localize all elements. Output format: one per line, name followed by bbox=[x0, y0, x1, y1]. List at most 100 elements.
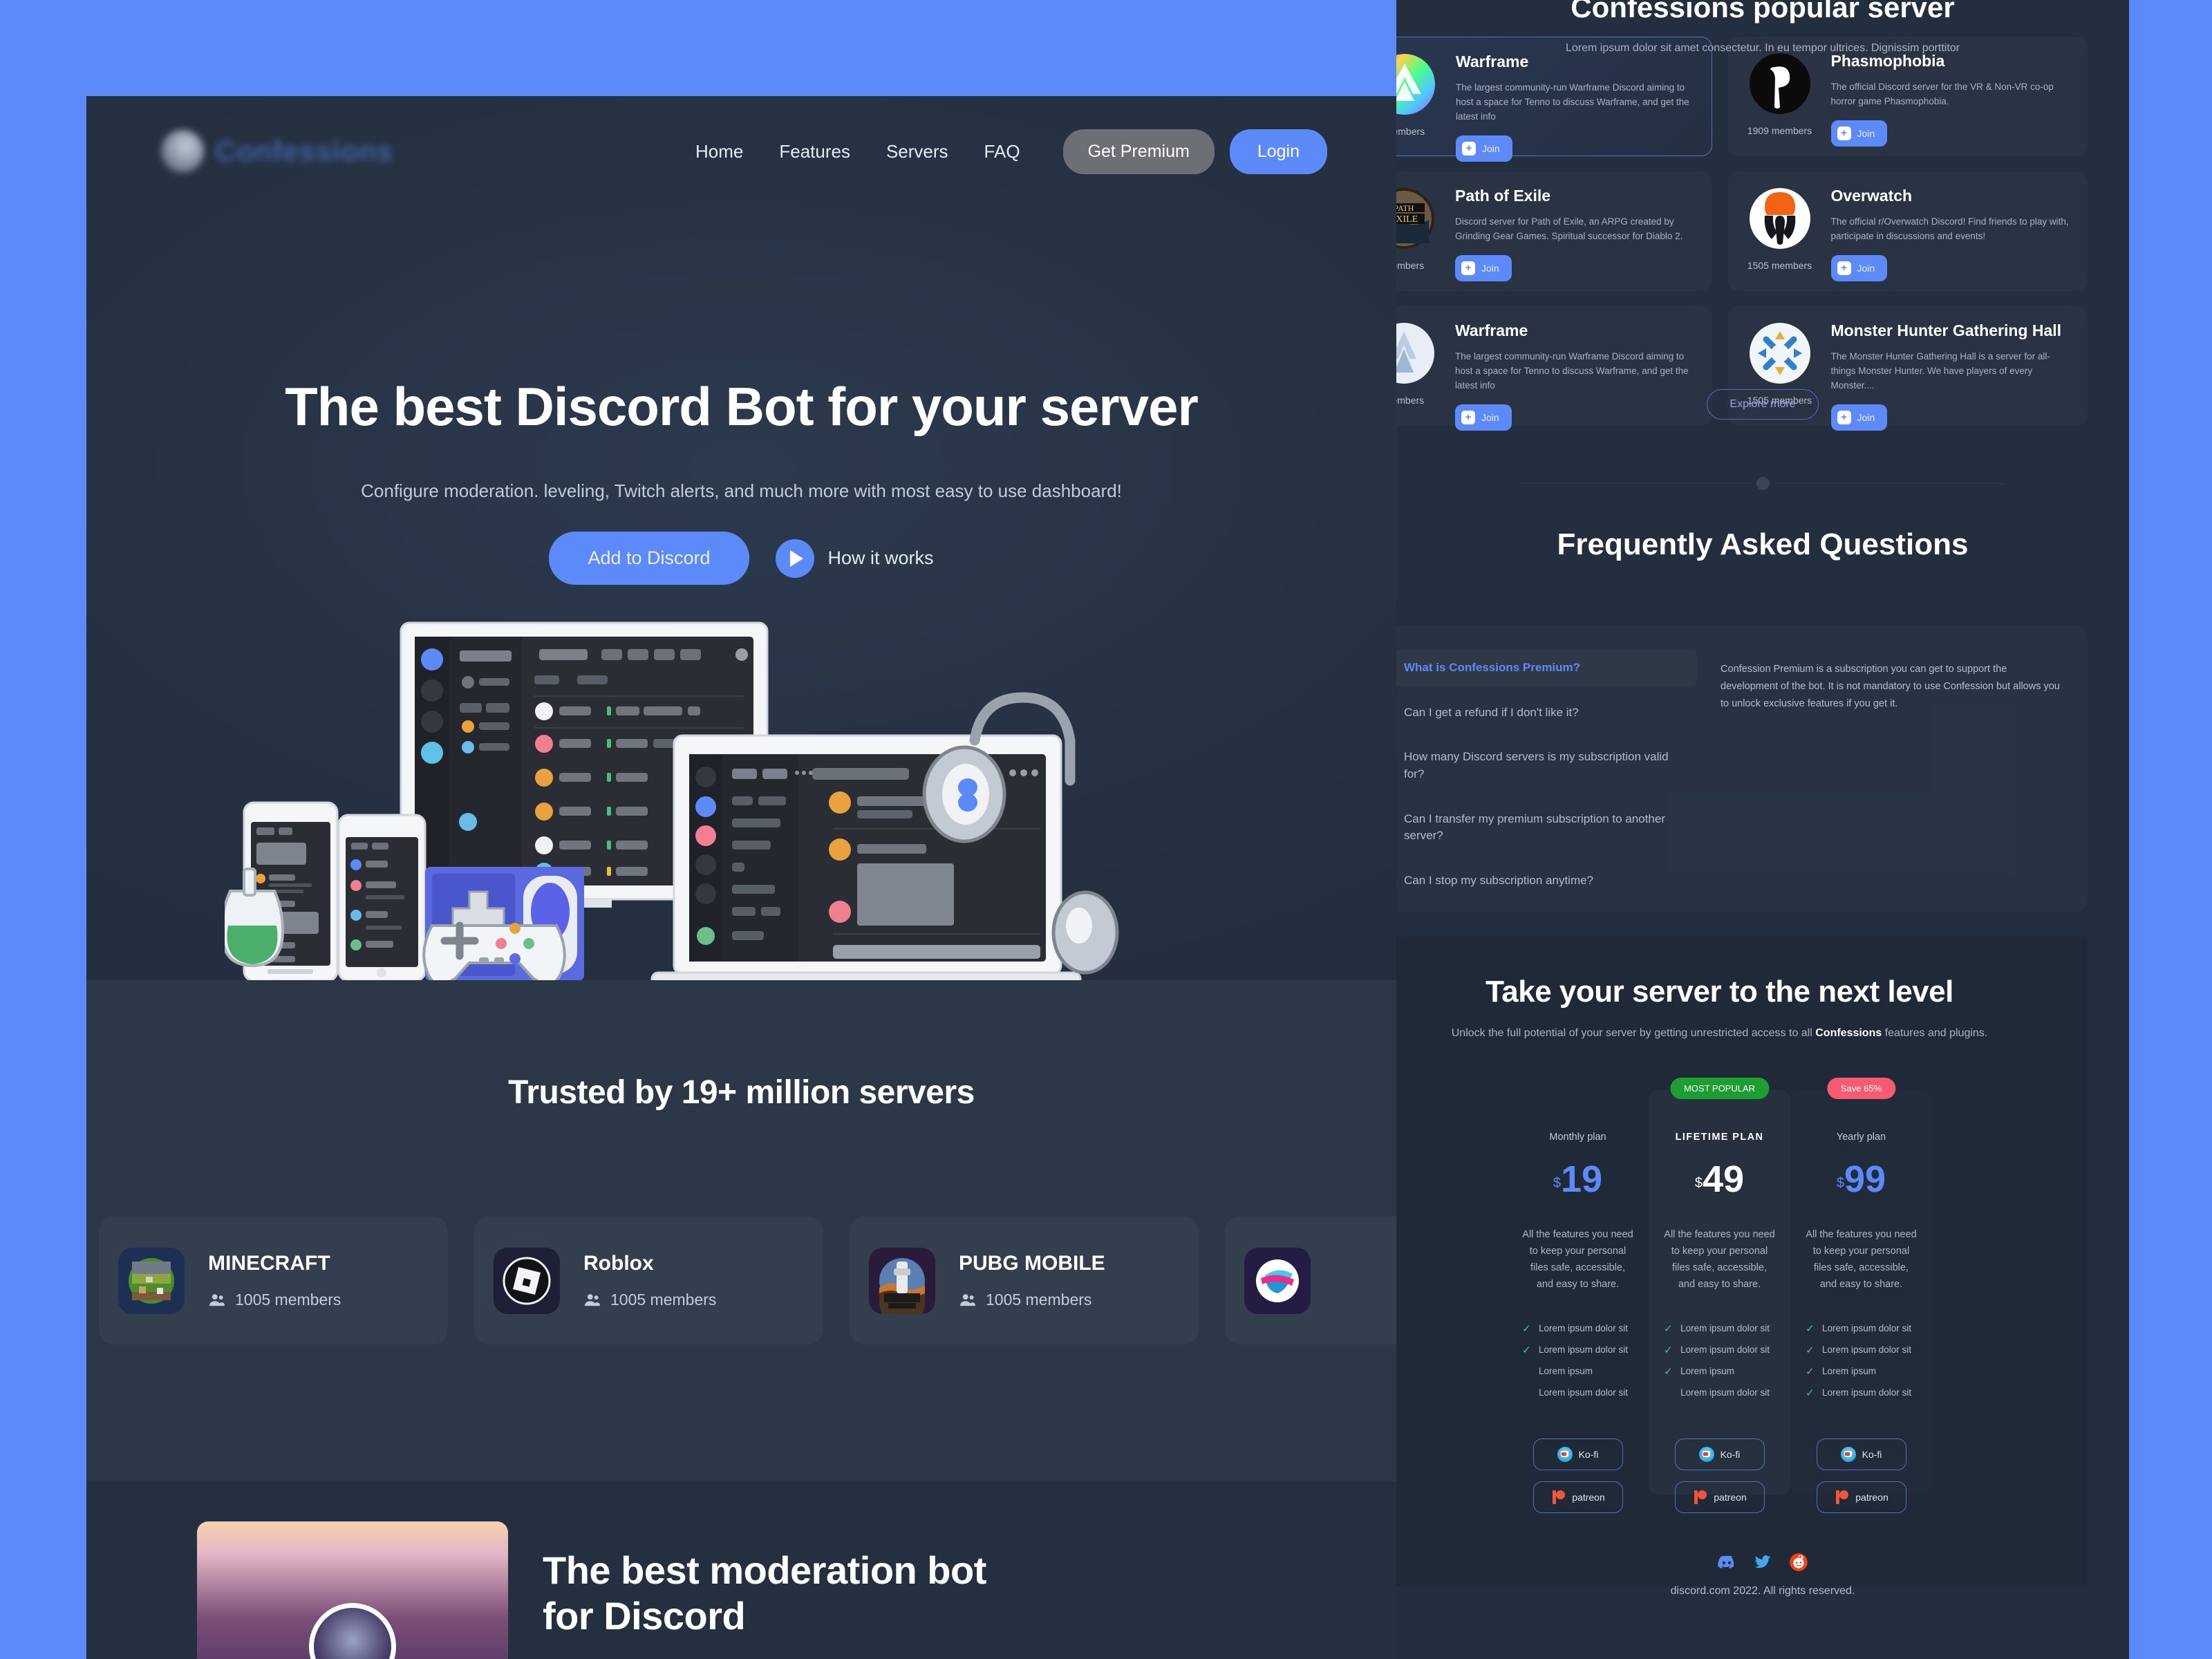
server-name: Monster Hunter Gathering Hall bbox=[1830, 321, 2062, 339]
pricing-card-monthly[interactable]: Monthly plan $19 All the features you ne… bbox=[1507, 1090, 1649, 1513]
warframe-logo-icon bbox=[1396, 53, 1436, 116]
check-icon: ✓ bbox=[1522, 1322, 1531, 1335]
kofi-icon bbox=[1840, 1446, 1856, 1462]
faq-title: Frequently Asked Questions bbox=[1557, 527, 1969, 561]
get-premium-button[interactable]: Get Premium bbox=[1062, 129, 1215, 174]
server-members: 1005 members bbox=[583, 1291, 716, 1309]
right-landing-page-screenshot: Confessions popular server Lorem ipsum d… bbox=[1396, 0, 2129, 1659]
nav-link-home[interactable]: Home bbox=[677, 141, 761, 162]
monster-hunter-logo-icon bbox=[1748, 321, 1812, 385]
explore-more-button[interactable]: Explore more bbox=[1707, 389, 1819, 420]
server-members: members bbox=[1396, 126, 1425, 137]
patreon-icon bbox=[1692, 1490, 1707, 1505]
pricing-subtitle-a: Unlock the full potential of your server… bbox=[1451, 1027, 1816, 1039]
check-icon: ✓ bbox=[1522, 1344, 1531, 1356]
join-label: Join bbox=[1857, 262, 1875, 274]
patreon-icon bbox=[1550, 1490, 1566, 1505]
table-row[interactable]: MINECRAFT 1005 members bbox=[99, 1217, 448, 1344]
plus-icon: + bbox=[1462, 141, 1476, 156]
how-it-works-button[interactable]: How it works bbox=[775, 538, 934, 578]
add-to-discord-button[interactable]: Add to Discord bbox=[549, 532, 749, 585]
check-icon: ✓ bbox=[1664, 1322, 1673, 1335]
faq-question[interactable]: How many Discord servers is my subscript… bbox=[1396, 739, 1697, 792]
join-button[interactable]: + Join bbox=[1455, 254, 1512, 281]
carousel-dot[interactable] bbox=[1756, 477, 1770, 490]
hero-title: The best Discord Bot for your server bbox=[285, 376, 1199, 437]
svg-text:EXILE: EXILE bbox=[1396, 214, 1418, 225]
server-name: Warframe bbox=[1455, 321, 1528, 339]
faq-question[interactable]: What is Confessions Premium? bbox=[1396, 650, 1697, 686]
faq-question[interactable]: Can I get a refund if I don't like it? bbox=[1396, 695, 1697, 731]
kofi-label: Ko-fi bbox=[1578, 1448, 1599, 1460]
plan-price: $49 bbox=[1664, 1158, 1775, 1201]
table-row[interactable] bbox=[1225, 1217, 1396, 1344]
plan-label: Monthly plan bbox=[1549, 1132, 1606, 1143]
login-button[interactable]: Login bbox=[1229, 129, 1327, 174]
nav-link-servers[interactable]: Servers bbox=[868, 141, 966, 162]
list-item[interactable]: PATH EXILE members Path of Exile Discord… bbox=[1396, 171, 1712, 291]
check-icon: ✓ bbox=[1664, 1344, 1673, 1356]
check-icon: ✓ bbox=[1806, 1387, 1815, 1399]
reddit-icon[interactable] bbox=[1788, 1552, 1809, 1573]
price-amount: 19 bbox=[1561, 1159, 1603, 1200]
table-row[interactable]: Roblox 1005 members bbox=[474, 1217, 823, 1344]
plan-description: All the features you need to keep your p… bbox=[1806, 1229, 1917, 1290]
phasmophobia-logo-icon bbox=[1748, 52, 1812, 115]
server-description: Discord server for Path of Exile, an ARP… bbox=[1455, 216, 1683, 241]
pricing-card-yearly[interactable]: Save 65% Yearly plan $99 All the feature… bbox=[1790, 1078, 1932, 1513]
pricing-card-lifetime[interactable]: MOST POPULAR LIFETIME PLAN $49 All the f… bbox=[1649, 1078, 1790, 1513]
pricing-subtitle-brand: Confessions bbox=[1815, 1027, 1882, 1039]
plan-feature: ✓Lorem ipsum dolor sit bbox=[1680, 1387, 1770, 1398]
nav-link-features[interactable]: Features bbox=[761, 141, 868, 162]
brand-mark-icon bbox=[161, 130, 204, 173]
check-icon: ✓ bbox=[1664, 1365, 1673, 1378]
table-row[interactable]: PUBG MOBILE 1005 members bbox=[850, 1217, 1199, 1344]
brand-name: Confessions bbox=[215, 135, 393, 167]
patreon-icon bbox=[1834, 1490, 1849, 1505]
svg-text:PATH: PATH bbox=[1396, 203, 1414, 213]
server-description: The largest community-run Warframe Disco… bbox=[1456, 82, 1689, 122]
welcome-card-preview: 🔥 Welcome to the Gamers United club You'… bbox=[197, 1521, 508, 1659]
plan-label: LIFETIME PLAN bbox=[1675, 1132, 1764, 1143]
patreon-button[interactable]: patreon bbox=[1533, 1481, 1623, 1513]
join-button[interactable]: + Join bbox=[1830, 254, 1888, 281]
join-button[interactable]: + Join bbox=[1830, 120, 1888, 147]
trusted-by-title: Trusted by 19+ million servers bbox=[508, 1074, 975, 1111]
patreon-button[interactable]: patreon bbox=[1674, 1481, 1765, 1513]
brand-logo[interactable]: Confessions bbox=[161, 130, 393, 173]
server-name: Roblox bbox=[583, 1252, 654, 1275]
server-description: The largest community-run Warframe Disco… bbox=[1455, 351, 1689, 391]
list-item[interactable]: 1505 members Overwatch The official r/Ov… bbox=[1727, 171, 2088, 291]
nav-links: Home Features Servers FAQ Get Premium Lo… bbox=[677, 129, 1327, 174]
kofi-label: Ko-fi bbox=[1862, 1448, 1882, 1460]
roblox-logo-icon bbox=[494, 1247, 560, 1314]
price-amount: 99 bbox=[1844, 1159, 1886, 1200]
check-icon: ✓ bbox=[1806, 1322, 1815, 1335]
mascot-logo-icon bbox=[1244, 1247, 1311, 1314]
discord-icon[interactable] bbox=[1716, 1552, 1737, 1573]
nav-link-faq[interactable]: FAQ bbox=[966, 141, 1038, 162]
plus-icon: + bbox=[1837, 261, 1851, 275]
plus-icon: + bbox=[1461, 261, 1475, 275]
pricing-subtitle: Unlock the full potential of your server… bbox=[1396, 1024, 2088, 1042]
server-description: The official Discord server for the VR &… bbox=[1830, 82, 2054, 106]
list-item[interactable]: 1909 members Phasmophobia The official D… bbox=[1727, 37, 2088, 156]
twitter-icon[interactable] bbox=[1752, 1552, 1773, 1573]
trusted-by-section: Trusted by 19+ million servers MINECRAFT… bbox=[86, 980, 1396, 1481]
plan-feature: ✓Lorem ipsum dolor sit bbox=[1522, 1322, 1629, 1335]
patreon-button[interactable]: patreon bbox=[1816, 1481, 1906, 1513]
list-item[interactable]: members Warframe The largest community-r… bbox=[1396, 37, 1712, 162]
plan-description: All the features you need to keep your p… bbox=[1664, 1229, 1775, 1290]
kofi-button[interactable]: Ko-fi bbox=[1533, 1438, 1623, 1470]
join-button[interactable]: + Join bbox=[1456, 135, 1512, 162]
popular-servers-title: Confessions popular server bbox=[1571, 0, 1955, 24]
currency-symbol: $ bbox=[1836, 1175, 1845, 1191]
faq-question[interactable]: Can I transfer my premium subscription t… bbox=[1396, 801, 1697, 854]
plan-feature: ✓Lorem ipsum dolor sit bbox=[1664, 1344, 1770, 1356]
plan-feature: ✓Lorem ipsum bbox=[1539, 1366, 1593, 1377]
carousel-indicator[interactable] bbox=[1521, 477, 2005, 490]
plan-feature: ✓Lorem ipsum dolor sit bbox=[1806, 1322, 1912, 1335]
kofi-button[interactable]: Ko-fi bbox=[1674, 1438, 1765, 1470]
kofi-button[interactable]: Ko-fi bbox=[1816, 1438, 1906, 1470]
faq-question[interactable]: Can I stop my subscription anytime? bbox=[1396, 863, 1697, 899]
